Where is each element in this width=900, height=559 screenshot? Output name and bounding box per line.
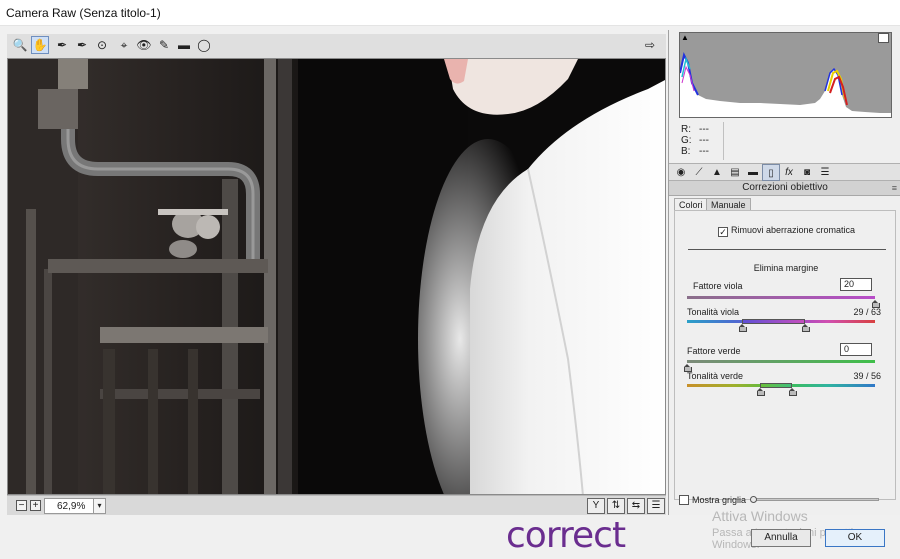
panel-tab-strip: ◉ ⟋ ▲ ▤ ▬ ▯ fx ◙ ☰	[669, 163, 900, 181]
panel-menu-icon[interactable]: ≡	[892, 181, 897, 195]
window-title: Camera Raw (Senza titolo-1)	[6, 6, 161, 20]
panel-title: Correzioni obiettivo	[742, 182, 828, 193]
tab-content: ✓ Rimuovi aberrazione cromatica Elimina m…	[674, 210, 896, 500]
green-amount-slider[interactable]	[687, 360, 875, 363]
tone-curve-panel-icon[interactable]: ⟋	[690, 164, 708, 181]
adjustment-brush-tool-icon[interactable]: ✎	[155, 36, 173, 54]
basic-panel-icon[interactable]: ◉	[672, 164, 690, 181]
show-grid-row[interactable]: Mostra griglia	[679, 495, 746, 505]
green-hue-label: Tonalità verde	[687, 371, 744, 381]
view-settings-button[interactable]: ☰	[647, 498, 665, 514]
red-eye-tool-icon[interactable]: 👁	[135, 36, 153, 54]
handwritten-annotation: correct	[506, 515, 626, 556]
section-divider	[688, 249, 886, 250]
purple-amount-label: Fattore viola	[693, 281, 743, 291]
r-label: R:	[681, 124, 691, 135]
zoom-dropdown-icon[interactable]: ▾	[93, 498, 106, 514]
effects-panel-icon[interactable]: fx	[780, 164, 798, 181]
highlight-clipping-icon[interactable]	[878, 33, 889, 43]
zoom-in-button[interactable]: +	[30, 500, 41, 511]
adjustments-panel: ▲ R: --- G: --- B: --- ◉ ⟋ ▲ ▤ ▬ ▯ fx ◙ ☰ C…	[668, 30, 900, 515]
white-balance-tool-icon[interactable]: ✒	[53, 36, 71, 54]
r-value: ---	[699, 124, 709, 135]
green-amount-label: Fattore verde	[687, 346, 741, 356]
hsl-panel-icon[interactable]: ▤	[726, 164, 744, 181]
targeted-adjustment-tool-icon[interactable]: ⊙	[93, 36, 111, 54]
rgb-readout: R: --- G: --- B: ---	[681, 124, 891, 158]
view-swap-button[interactable]: ⇅	[607, 498, 625, 514]
b-value: ---	[699, 146, 709, 157]
photo-preview	[8, 59, 665, 494]
tool-bar: 🔍 ✋ ✒ ✒ ⊙ ⌖ 👁 ✎ ▬ ◯ ⇨	[7, 34, 666, 58]
green-hue-value: 39 / 56	[853, 371, 881, 381]
export-icon[interactable]: ⇨	[641, 36, 659, 54]
spot-removal-tool-icon[interactable]: ⌖	[115, 36, 133, 54]
zoom-level-field[interactable]: 62,9%	[44, 498, 94, 514]
green-amount-input[interactable]: 0	[840, 343, 872, 356]
remove-ca-checkbox-row[interactable]: ✓ Rimuovi aberrazione cromatica	[718, 225, 855, 237]
cancel-button[interactable]: Annulla	[751, 529, 811, 547]
remove-ca-checkbox[interactable]: ✓	[718, 227, 728, 237]
shadow-clipping-icon[interactable]: ▲	[681, 33, 689, 42]
activation-watermark-title: Attiva Windows	[712, 508, 808, 524]
detail-panel-icon[interactable]: ▲	[708, 164, 726, 181]
g-value: ---	[699, 135, 709, 146]
green-hue-range[interactable]	[760, 383, 793, 388]
purple-amount-input[interactable]: 20	[840, 278, 872, 291]
purple-amount-slider[interactable]	[687, 296, 875, 299]
purple-hue-value: 29 / 63	[853, 307, 881, 317]
g-label: G:	[681, 135, 692, 146]
grid-size-thumb[interactable]	[750, 496, 757, 503]
preview-status-bar: − + 62,9% ▾ Y ⇅ ⇆ ☰	[7, 495, 666, 515]
grid-size-slider[interactable]	[753, 498, 879, 501]
panel-header: Correzioni obiettivo ≡	[669, 181, 900, 196]
split-toning-panel-icon[interactable]: ▬	[744, 164, 762, 181]
show-grid-checkbox[interactable]	[679, 495, 689, 505]
remove-ca-label: Rimuovi aberrazione cromatica	[731, 225, 856, 235]
view-copy-button[interactable]: ⇆	[627, 498, 645, 514]
b-label: B:	[681, 146, 691, 157]
zoom-tool-icon[interactable]: 🔍	[11, 36, 29, 54]
camera-calibration-panel-icon[interactable]: ◙	[798, 164, 816, 181]
zoom-out-button[interactable]: −	[16, 500, 27, 511]
presets-panel-icon[interactable]: ☰	[816, 164, 834, 181]
lens-corrections-panel-icon[interactable]: ▯	[762, 164, 780, 181]
purple-hue-range[interactable]	[741, 319, 806, 324]
histogram	[679, 32, 892, 118]
radial-filter-tool-icon[interactable]: ◯	[195, 36, 213, 54]
image-preview[interactable]	[7, 58, 666, 495]
title-bar: Camera Raw (Senza titolo-1)	[0, 0, 900, 26]
view-y-button[interactable]: Y	[587, 498, 605, 514]
ok-button[interactable]: OK	[825, 529, 885, 547]
show-grid-label: Mostra griglia	[692, 495, 747, 505]
defringe-title: Elimina margine	[753, 263, 819, 273]
color-sampler-tool-icon[interactable]: ✒	[73, 36, 91, 54]
purple-hue-label: Tonalità viola	[687, 307, 740, 317]
graduated-filter-tool-icon[interactable]: ▬	[175, 36, 193, 54]
hand-tool-icon[interactable]: ✋	[31, 36, 49, 54]
histogram-graph	[680, 52, 891, 117]
